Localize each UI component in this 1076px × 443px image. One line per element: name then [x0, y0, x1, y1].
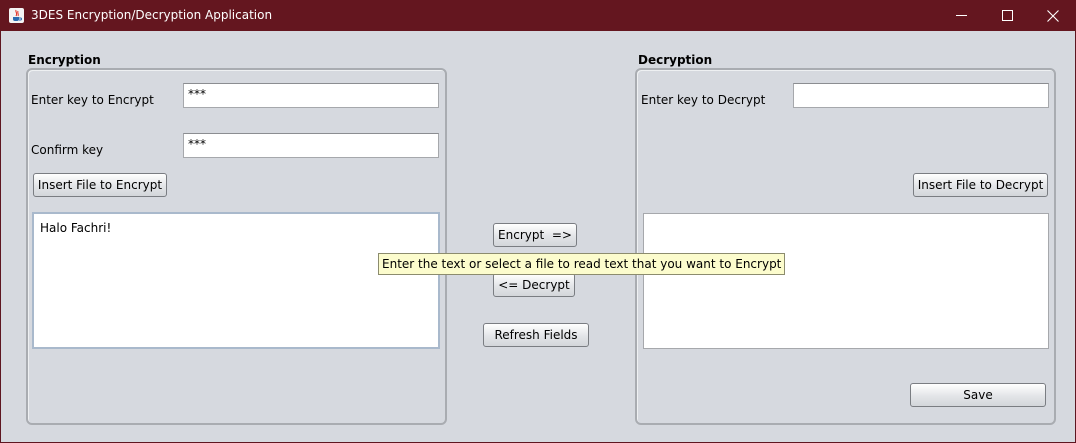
encrypt-key-input[interactable]: *** [183, 83, 439, 108]
decryption-text-area[interactable] [643, 213, 1049, 349]
minimize-button[interactable] [938, 0, 984, 31]
confirm-key-input[interactable]: *** [183, 133, 439, 158]
title-bar: 3DES Encryption/Decryption Application [0, 0, 1076, 31]
main-content: Encryption Enter key to Encrypt *** Conf… [1, 31, 1075, 442]
decrypt-key-label: Enter key to Decrypt [641, 93, 766, 107]
save-button[interactable]: Save [910, 383, 1046, 407]
encrypt-key-label: Enter key to Encrypt [31, 93, 154, 107]
encryption-text-area[interactable]: Halo Fachri! [32, 212, 440, 349]
decrypt-key-input[interactable] [793, 83, 1049, 108]
insert-file-to-encrypt-button[interactable]: Insert File to Encrypt [33, 173, 167, 197]
confirm-key-label: Confirm key [31, 143, 104, 157]
encrypt-tooltip: Enter the text or select a file to read … [378, 253, 786, 275]
insert-file-to-decrypt-button[interactable]: Insert File to Decrypt [913, 173, 1048, 197]
close-icon [1047, 9, 1059, 22]
encrypt-button[interactable]: Encrypt => [493, 223, 577, 247]
maximize-icon [1001, 10, 1013, 21]
decryption-section-title: Decryption [638, 53, 713, 67]
decrypt-button[interactable]: <= Decrypt [493, 273, 575, 297]
minimize-icon [955, 15, 967, 16]
java-icon [9, 8, 24, 23]
window-title: 3DES Encryption/Decryption Application [31, 8, 273, 22]
encryption-section-title: Encryption [28, 53, 101, 67]
close-button[interactable] [1030, 0, 1076, 31]
maximize-button[interactable] [984, 0, 1030, 31]
refresh-fields-button[interactable]: Refresh Fields [483, 323, 589, 347]
